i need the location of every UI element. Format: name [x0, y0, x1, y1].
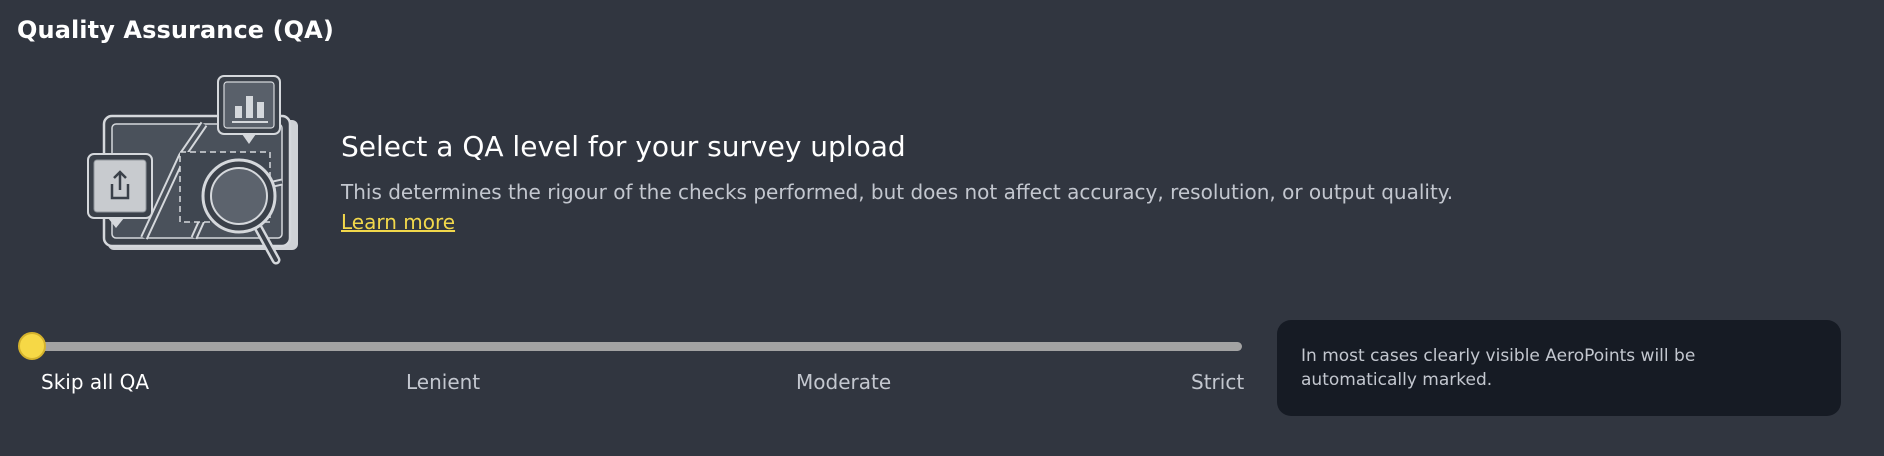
qa-map-illustration	[87, 75, 298, 265]
qa-level-skip-all[interactable]: Skip all QA	[41, 370, 149, 394]
section-title: Quality Assurance (QA)	[17, 16, 334, 44]
qa-level-strict[interactable]: Strict	[1191, 370, 1244, 394]
qa-level-moderate[interactable]: Moderate	[796, 370, 891, 394]
upload-icon	[87, 153, 153, 228]
intro-heading: Select a QA level for your survey upload	[341, 130, 906, 163]
qa-level-lenient[interactable]: Lenient	[406, 370, 480, 394]
qa-level-slider-thumb[interactable]	[18, 332, 46, 360]
intro-description: This determines the rigour of the checks…	[341, 180, 1454, 204]
qa-info-text: In most cases clearly visible AeroPoints…	[1301, 346, 1696, 390]
learn-more-link[interactable]: Learn more	[341, 210, 455, 234]
qa-level-slider-track[interactable]	[28, 342, 1242, 351]
qa-info-box: In most cases clearly visible AeroPoints…	[1277, 320, 1841, 416]
bar-chart-icon	[217, 75, 281, 144]
